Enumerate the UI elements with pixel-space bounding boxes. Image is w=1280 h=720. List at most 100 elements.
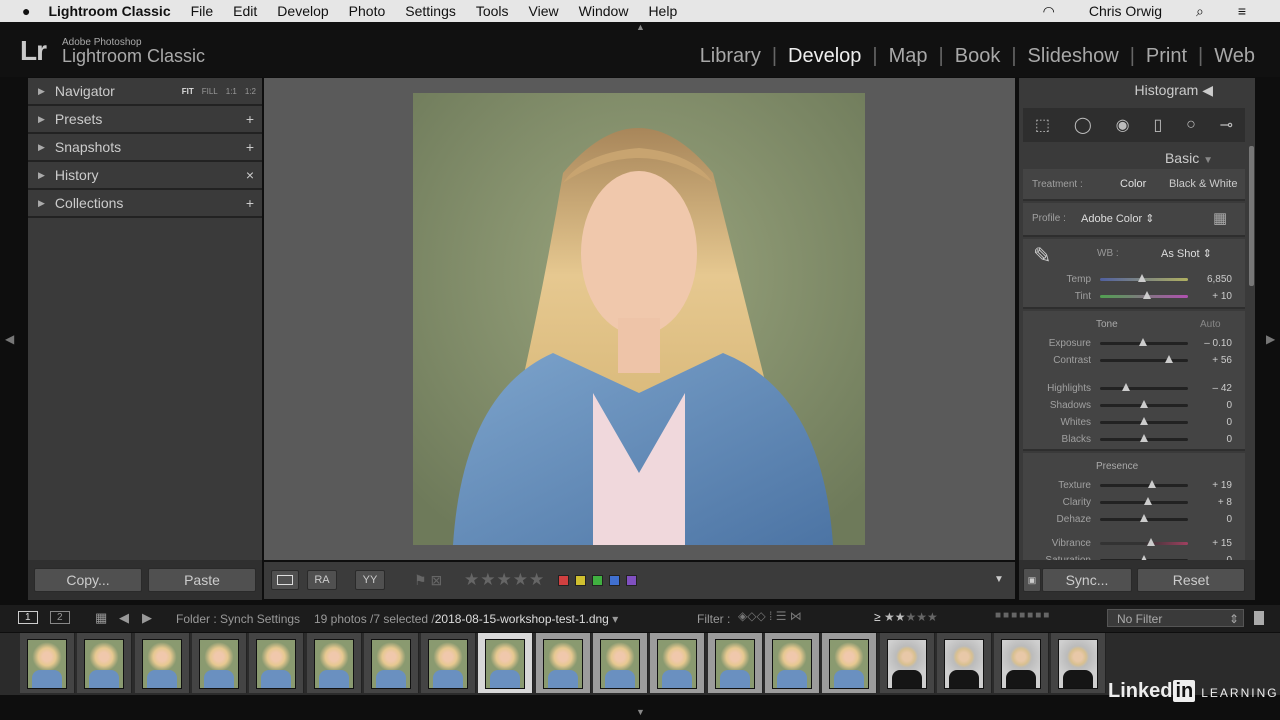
slider-thumb[interactable] xyxy=(1140,433,1148,442)
slider-shadows[interactable]: Shadows 0 xyxy=(1023,398,1232,412)
module-map[interactable]: Map xyxy=(878,45,939,68)
flag-icon[interactable]: ⚑ ⊠ xyxy=(414,572,442,589)
copy-button[interactable]: Copy... xyxy=(34,568,142,592)
selection-info[interactable]: 19 photos /7 selected /2018-08-15-worksh… xyxy=(314,612,618,626)
menu-develop[interactable]: Develop xyxy=(277,3,328,19)
slider-track[interactable] xyxy=(1100,354,1188,363)
wb-select[interactable]: As Shot ⇕ xyxy=(1161,247,1212,260)
panel-collections[interactable]: ▶ Collections + xyxy=(28,190,262,218)
menu-settings[interactable]: Settings xyxy=(405,3,456,19)
right-panel-scrollbar[interactable] xyxy=(1249,146,1254,286)
menu-file[interactable]: File xyxy=(191,3,214,19)
slider-value[interactable]: + 56 xyxy=(1188,355,1232,366)
radial-filter-icon[interactable]: ○ xyxy=(1186,116,1196,134)
filter-lock-icon[interactable] xyxy=(1254,611,1264,625)
slider-vibrance[interactable]: Vibrance + 15 xyxy=(1023,536,1232,550)
slider-blacks[interactable]: Blacks 0 xyxy=(1023,432,1232,446)
filmstrip-thumbnail[interactable] xyxy=(764,633,820,693)
menu-tools[interactable]: Tools xyxy=(476,3,509,19)
module-library[interactable]: Library xyxy=(689,45,772,68)
slider-track[interactable] xyxy=(1100,513,1188,522)
add-icon[interactable]: + xyxy=(246,139,254,155)
slider-clarity[interactable]: Clarity + 8 xyxy=(1023,495,1232,509)
slider-thumb[interactable] xyxy=(1140,399,1148,408)
before-after-button[interactable]: RA xyxy=(307,570,337,590)
sync-button[interactable]: Sync... xyxy=(1042,568,1132,592)
slider-thumb[interactable] xyxy=(1146,537,1155,546)
slider-track[interactable] xyxy=(1100,382,1188,391)
slider-thumb[interactable] xyxy=(1164,354,1173,363)
clear-icon[interactable]: × xyxy=(246,167,254,183)
adjustment-brush-icon[interactable]: ⊸ xyxy=(1220,115,1233,135)
star-icon[interactable]: ★ xyxy=(497,570,513,589)
rating-filter[interactable]: ≥ ★★★★★ xyxy=(874,610,938,624)
color-label-swatch[interactable] xyxy=(609,575,620,586)
menu-help[interactable]: Help xyxy=(648,3,677,19)
slider-value[interactable]: + 19 xyxy=(1188,480,1232,491)
module-book[interactable]: Book xyxy=(944,45,1012,68)
profile-select[interactable]: Adobe Color ⇕ xyxy=(1081,212,1154,225)
panel-snapshots[interactable]: ▶ Snapshots + xyxy=(28,134,262,162)
slider-thumb[interactable] xyxy=(1140,513,1148,522)
slider-contrast[interactable]: Contrast + 56 xyxy=(1023,353,1232,367)
slider-track[interactable] xyxy=(1100,399,1188,408)
filmstrip-thumbnail[interactable] xyxy=(306,633,362,693)
slider-track[interactable] xyxy=(1100,496,1188,505)
star-icon[interactable]: ★ xyxy=(480,570,496,589)
filmstrip-thumbnail[interactable] xyxy=(936,633,992,693)
color-label-swatch[interactable] xyxy=(558,575,569,586)
add-icon[interactable]: + xyxy=(246,111,254,127)
menu-edit[interactable]: Edit xyxy=(233,3,257,19)
panel-history[interactable]: ▶ History × xyxy=(28,162,262,190)
module-web[interactable]: Web xyxy=(1203,45,1266,68)
add-icon[interactable]: + xyxy=(246,195,254,211)
star-icon[interactable]: ★ xyxy=(513,570,529,589)
slider-thumb[interactable] xyxy=(1139,337,1148,346)
filmstrip-thumbnail[interactable] xyxy=(593,633,648,693)
auto-button[interactable]: Auto xyxy=(1200,319,1221,330)
spot-removal-icon[interactable]: ◯ xyxy=(1074,115,1092,135)
panel-presets[interactable]: ▶ Presets + xyxy=(28,106,262,134)
module-print[interactable]: Print xyxy=(1135,45,1198,68)
apple-icon[interactable]: ● xyxy=(22,3,30,19)
redeye-icon[interactable]: ◉ xyxy=(1116,115,1130,135)
filmstrip-thumbnail[interactable] xyxy=(879,633,935,693)
filmstrip-thumbnail[interactable] xyxy=(994,633,1050,693)
right-panel-toggle-icon[interactable]: ▶ xyxy=(1266,332,1275,346)
reset-button[interactable]: Reset xyxy=(1137,568,1245,592)
slider-tint[interactable]: Tint + 10 xyxy=(1023,289,1232,303)
slider-exposure[interactable]: Exposure – 0.10 xyxy=(1023,336,1232,350)
slider-value[interactable]: 0 xyxy=(1188,434,1232,445)
grid-icon[interactable]: ▦ xyxy=(95,610,107,626)
color-filter[interactable]: ■■■■■■■ xyxy=(995,610,1051,621)
slider-thumb[interactable] xyxy=(1140,416,1148,425)
collapse-top-icon[interactable]: ▲ xyxy=(636,22,645,32)
source-label[interactable]: Folder : Synch Settings xyxy=(176,612,300,626)
filmstrip-thumbnail[interactable] xyxy=(1051,633,1107,693)
loupe-view-button[interactable] xyxy=(271,570,299,590)
menu-window[interactable]: Window xyxy=(579,3,629,19)
slider-whites[interactable]: Whites 0 xyxy=(1023,415,1232,429)
star-icon[interactable]: ★ xyxy=(464,570,480,589)
slider-track[interactable] xyxy=(1100,416,1188,425)
forward-arrow-icon[interactable]: ▶ xyxy=(142,610,152,626)
color-label-swatch[interactable] xyxy=(626,575,637,586)
back-arrow-icon[interactable]: ◀ xyxy=(119,610,129,626)
search-icon[interactable]: ⌕ xyxy=(1196,3,1204,20)
toolbar-menu-icon[interactable]: ▼ xyxy=(994,574,1004,585)
menu-view[interactable]: View xyxy=(529,3,559,19)
filmstrip-thumbnail[interactable] xyxy=(822,633,878,693)
slider-track[interactable] xyxy=(1100,337,1188,346)
treatment-bw[interactable]: Black & White xyxy=(1169,178,1237,190)
filmstrip-thumbnail[interactable] xyxy=(77,633,133,693)
slider-value[interactable]: – 42 xyxy=(1188,383,1232,394)
treatment-color[interactable]: Color xyxy=(1120,178,1146,190)
color-label-swatch[interactable] xyxy=(575,575,586,586)
slider-value[interactable]: – 0.10 xyxy=(1188,338,1232,349)
slider-value[interactable]: + 15 xyxy=(1188,538,1232,549)
slider-thumb[interactable] xyxy=(1148,479,1157,488)
left-panel-toggle-icon[interactable]: ◀ xyxy=(5,332,14,346)
slider-value[interactable]: + 8 xyxy=(1188,497,1232,508)
module-develop[interactable]: Develop xyxy=(777,45,872,68)
slider-track[interactable] xyxy=(1100,537,1188,546)
